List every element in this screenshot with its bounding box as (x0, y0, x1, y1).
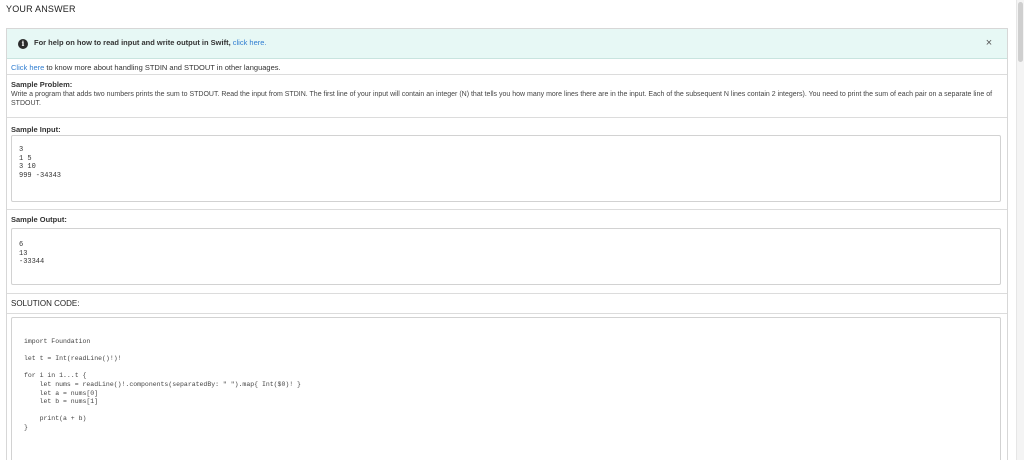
help-alert: i For help on how to read input and writ… (7, 29, 1007, 59)
stdin-help-label: to know more about handling STDIN and ST… (44, 63, 281, 72)
sample-output-box: 6 13 -33344 (11, 228, 1001, 285)
sample-output-content: 6 13 -33344 (19, 241, 45, 267)
info-icon: i (18, 39, 28, 49)
sample-input-section: Sample Input: 3 1 5 3 10 999 -34343 (7, 118, 1007, 210)
solution-header: SOLUTION CODE: (7, 294, 1007, 314)
stdin-help-row: Click here to know more about handling S… (7, 60, 1007, 75)
solution-code-label: SOLUTION CODE: (11, 299, 80, 308)
code-editor[interactable]: import Foundation let t = Int(readLine()… (11, 317, 1001, 460)
sample-problem-label: Sample Problem: (11, 80, 73, 89)
stdin-help-text: Click here to know more about handling S… (11, 63, 281, 72)
sample-input-content: 3 1 5 3 10 999 -34343 (19, 146, 62, 180)
solution-code[interactable]: import Foundation let t = Int(readLine()… (24, 338, 301, 433)
stdin-help-link[interactable]: Click here (11, 63, 44, 72)
close-icon[interactable]: × (983, 36, 995, 50)
sample-input-label: Sample Input: (11, 125, 61, 134)
scrollbar-thumb[interactable] (1018, 2, 1023, 62)
sample-output-section: Sample Output: 6 13 -33344 (7, 210, 1007, 294)
page-scrollbar[interactable] (1016, 0, 1024, 460)
alert-message: For help on how to read input and write … (34, 38, 267, 47)
sample-output-label: Sample Output: (11, 215, 67, 224)
answer-panel: i For help on how to read input and writ… (6, 28, 1008, 460)
sample-problem-section: Sample Problem: Write a program that add… (7, 75, 1007, 118)
sample-problem-description: Write a program that adds two numbers pr… (11, 91, 993, 107)
section-title: YOUR ANSWER (6, 4, 76, 14)
swift-help-link[interactable]: click here. (233, 38, 267, 47)
alert-text: For help on how to read input and write … (34, 38, 233, 47)
sample-input-box: 3 1 5 3 10 999 -34343 (11, 135, 1001, 202)
